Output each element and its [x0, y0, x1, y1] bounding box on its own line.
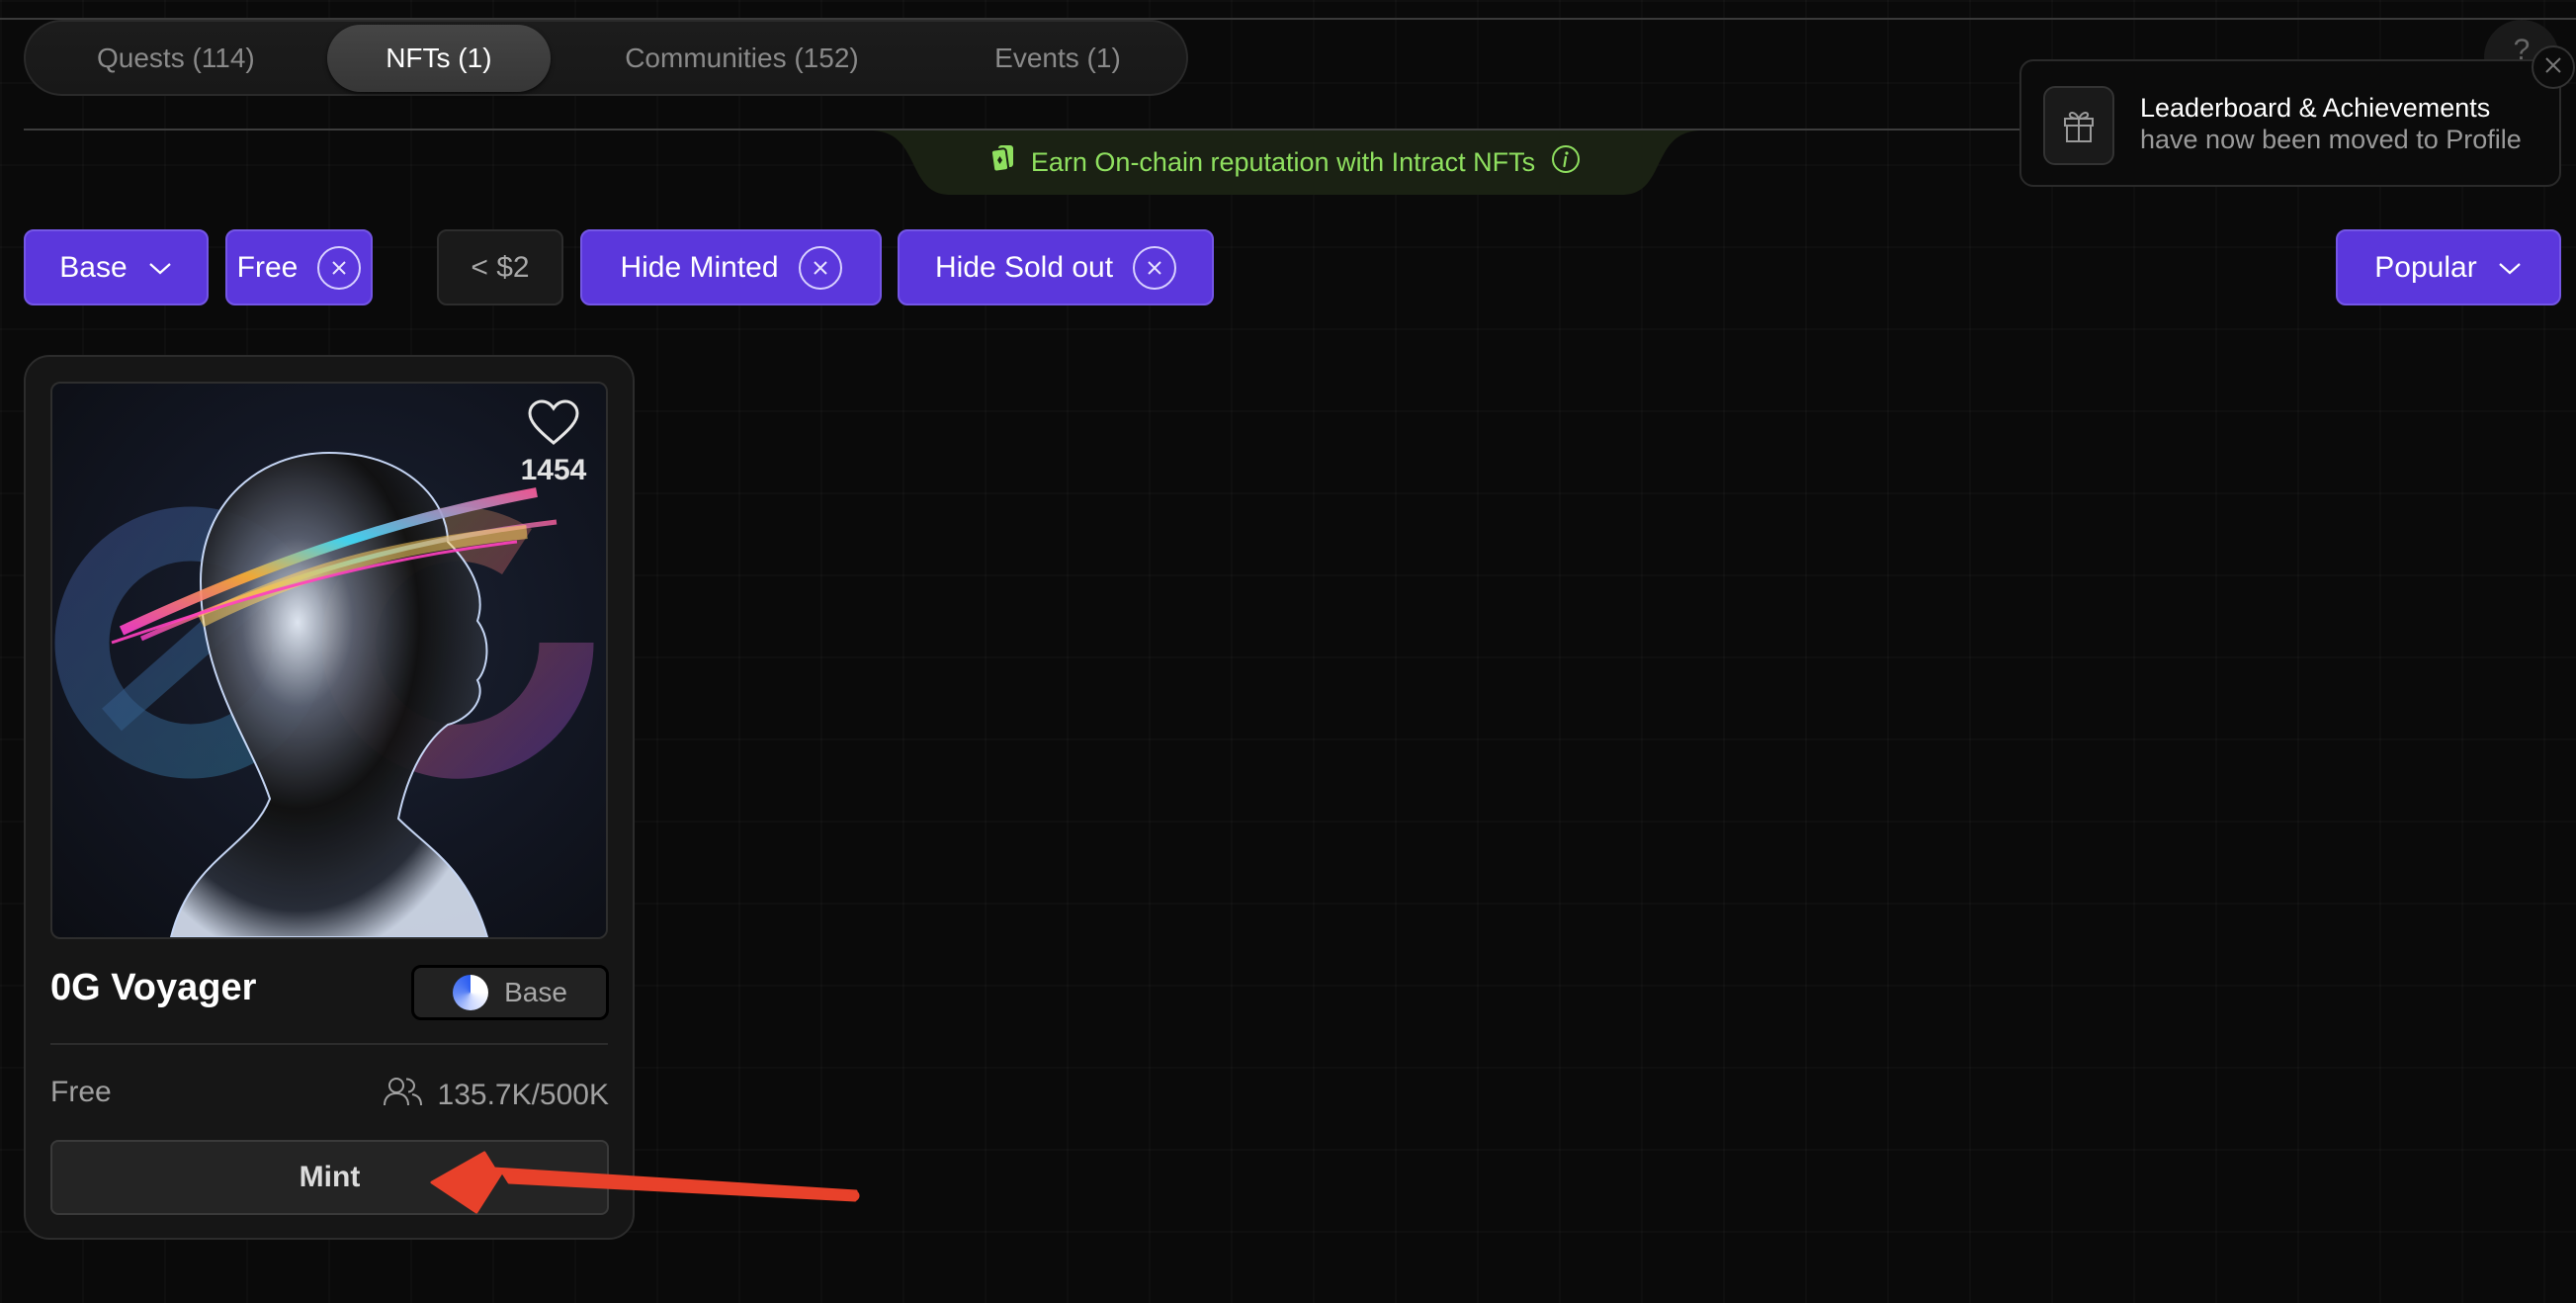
like-control[interactable]: 1454 [514, 399, 593, 487]
price-under-2-filter[interactable]: < $2 [437, 229, 563, 305]
chain-filter-dropdown[interactable]: Base [24, 229, 209, 305]
chevron-down-icon [2497, 251, 2523, 285]
arrow-tail [848, 1190, 860, 1201]
card-divider [50, 1043, 608, 1045]
gift-icon [2043, 86, 2114, 165]
banner-text: Earn On-chain reputation with Intract NF… [1030, 147, 1536, 177]
base-chain-logo-icon [453, 975, 489, 1010]
free-filter-label: Free [236, 250, 299, 284]
like-count: 1454 [520, 454, 587, 486]
info-icon[interactable] [1551, 144, 1581, 181]
mint-count: 135.7K/500K [369, 1076, 609, 1115]
nft-title: 0G Voyager [50, 967, 257, 1008]
cards-icon [989, 144, 1015, 181]
tab-nfts[interactable]: NFTs (1) [326, 24, 551, 92]
mint-button[interactable]: Mint [50, 1140, 609, 1215]
free-filter-chip[interactable]: Free [225, 229, 373, 305]
hide-minted-label: Hide Minted [620, 250, 779, 284]
heart-icon[interactable] [527, 399, 580, 451]
close-icon [2543, 55, 2563, 80]
chain-badge: Base [411, 965, 609, 1020]
tab-bar: Quests (114) NFTs (1) Communities (152) … [24, 20, 1188, 96]
close-toast-button[interactable] [2532, 45, 2575, 89]
chevron-down-icon [147, 251, 173, 285]
tab-quests[interactable]: Quests (114) [34, 25, 318, 92]
hide-minted-filter-chip[interactable]: Hide Minted [580, 229, 882, 305]
mint-count-value: 135.7K/500K [437, 1079, 609, 1111]
reputation-banner: Earn On-chain reputation with Intract NF… [870, 130, 1702, 195]
toast-title: Leaderboard & Achievements [2140, 93, 2491, 123]
hide-sold-out-filter-chip[interactable]: Hide Sold out [898, 229, 1214, 305]
users-icon [383, 1076, 424, 1115]
toast-subtitle: have now been moved to Profile [2140, 125, 2522, 154]
notification-toast: Leaderboard & Achievements have now been… [2019, 59, 2561, 187]
remove-filter-icon[interactable] [317, 245, 362, 290]
tab-communities[interactable]: Communities (152) [551, 25, 933, 92]
sort-dropdown[interactable]: Popular [2336, 229, 2561, 305]
remove-filter-icon[interactable] [798, 245, 842, 290]
chain-filter-label: Base [59, 250, 128, 284]
remove-filter-icon[interactable] [1133, 245, 1177, 290]
hide-sold-out-label: Hide Sold out [934, 250, 1114, 284]
tab-events[interactable]: Events (1) [933, 25, 1182, 92]
chain-name: Base [504, 977, 567, 1007]
sort-label: Popular [2374, 250, 2477, 284]
nft-price: Free [50, 1076, 112, 1108]
